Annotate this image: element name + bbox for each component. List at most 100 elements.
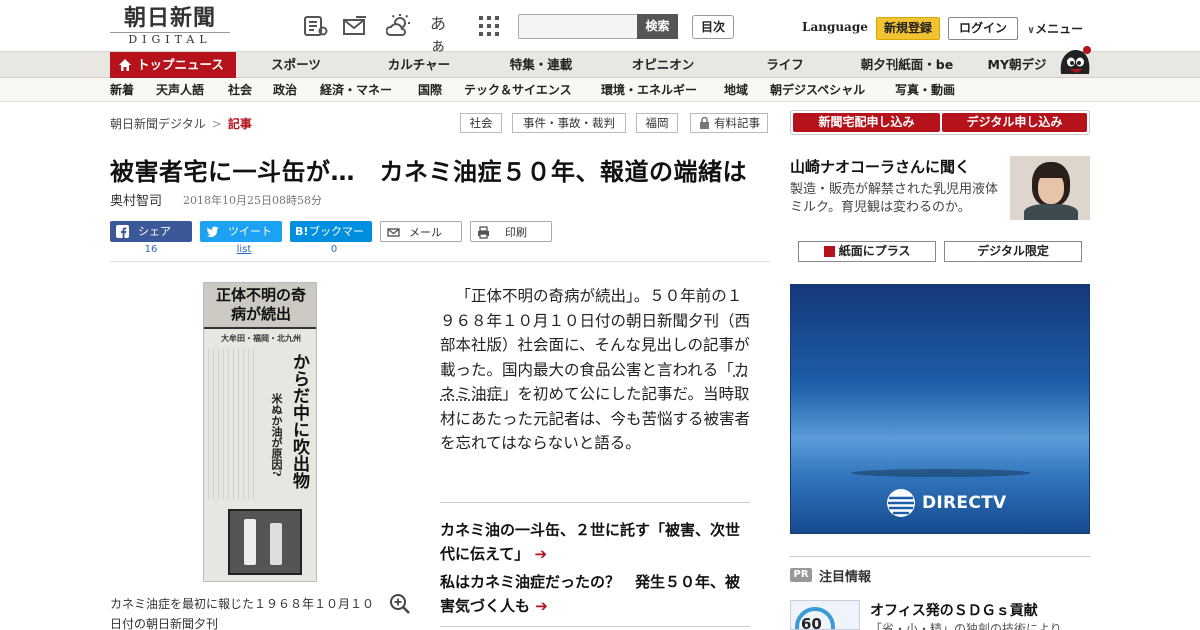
related-article-link[interactable]: 私はカネミ油症だったの？ 発生５０年、被害気づく人も ➔: [440, 570, 752, 618]
nav-item-my-asadigi[interactable]: MY朝デジ: [982, 52, 1052, 78]
related-article-link[interactable]: カネミ油の一斗缶、２世に託す「被害、次世代に伝えて」 ➔: [440, 518, 752, 566]
language-link[interactable]: Language: [802, 20, 868, 34]
hatena-icon: B!: [295, 225, 309, 238]
weather-icon[interactable]: [386, 13, 412, 39]
lock-icon: [700, 117, 709, 129]
interview-photo[interactable]: [1010, 156, 1090, 220]
nav-item-sports[interactable]: スポーツ: [256, 52, 336, 78]
toc-button[interactable]: 目次: [692, 15, 734, 39]
zoom-icon[interactable]: [389, 593, 411, 615]
breadcrumb-home[interactable]: 朝日新聞デジタル: [110, 117, 206, 131]
share-label: ブックマーク: [309, 225, 364, 259]
nav-item-label: トップニュース: [137, 57, 224, 72]
twitter-icon: [206, 226, 219, 237]
arrow-right-icon: ➔: [535, 597, 548, 615]
nav-item-culture[interactable]: カルチャー: [378, 52, 460, 78]
article-photo[interactable]: 正体不明の奇病が続出 大牟田・福岡・北九州 からだ中に吹出物 米ぬか油が原因?: [203, 282, 317, 582]
ad-glow: [851, 469, 1031, 477]
primary-nav: トップニュース スポーツ カルチャー 特集・連載 オピニオン ライフ 朝夕刊紙面…: [0, 46, 1200, 78]
divider: [110, 261, 770, 262]
divider: [790, 556, 1090, 557]
font-size-icon[interactable]: あぁ: [430, 13, 456, 55]
button-label: 紙面にプラス: [838, 244, 911, 258]
mascot-icon[interactable]: [1057, 44, 1093, 78]
logo-sub-text: DIGITAL: [110, 32, 230, 46]
clip-main-headline: からだ中に吹出物: [289, 353, 309, 489]
site-logo[interactable]: 朝日新聞 DIGITAL: [110, 6, 230, 48]
divider: [440, 502, 750, 503]
directv-globe-icon: [887, 489, 915, 517]
search-input[interactable]: [518, 14, 638, 39]
arrow-right-icon: ➔: [534, 545, 548, 563]
related-title: 私はカネミ油症だったの？ 発生５０年、被害気づく人も: [440, 573, 741, 615]
nav-item-international[interactable]: 国際: [418, 78, 442, 102]
ad-brand-text: DIRECTV: [922, 493, 1007, 513]
facebook-icon: [116, 225, 129, 238]
clip-cause: 米ぬか油が原因?: [270, 393, 283, 477]
menu-label: メニュー: [1035, 22, 1084, 36]
hatena-bookmark-count: 0: [330, 244, 338, 255]
nav-item-life[interactable]: ライフ: [750, 52, 820, 78]
register-button[interactable]: 新規登録: [876, 17, 940, 40]
share-label: ツイート: [228, 225, 272, 238]
print-button[interactable]: 印刷: [470, 221, 552, 242]
menu-button[interactable]: ∨メニュー: [1027, 20, 1083, 37]
email-share-button[interactable]: メール: [380, 221, 462, 242]
pr-heading: 注目情報: [819, 570, 872, 585]
pr-thumb-number: 60: [801, 615, 822, 630]
tag-society[interactable]: 社会: [460, 113, 502, 133]
share-label: 印刷: [505, 226, 527, 239]
nav-item-top-news[interactable]: トップニュース: [110, 52, 236, 78]
share-label: メール: [409, 226, 442, 239]
ad-banner[interactable]: DIRECTV: [790, 284, 1090, 534]
chevron-down-icon: ∨: [1027, 25, 1036, 36]
tag-incidents[interactable]: 事件・事故・裁判: [512, 113, 626, 133]
nav-item-paper[interactable]: 朝夕刊紙面・be: [852, 52, 962, 78]
clip-headline-box: 正体不明の奇病が続出: [204, 283, 316, 329]
paper-plus-button[interactable]: 紙面にプラス: [798, 241, 936, 262]
photo-caption: カネミ油症を最初に報じた１９６８年１０月１０日付の朝日新聞夕刊: [110, 597, 375, 630]
nav-item-region[interactable]: 地域: [724, 78, 748, 102]
newspaper-icon[interactable]: [302, 13, 328, 39]
share-label: シェア: [138, 225, 171, 238]
tweet-button[interactable]: ツイート: [200, 221, 282, 242]
clip-body-text: [208, 349, 258, 499]
nav-item-photo-video[interactable]: 写真・動画: [895, 78, 955, 102]
paper-subscribe-button[interactable]: 新聞宅配申し込み: [793, 113, 940, 132]
login-button[interactable]: ログイン: [948, 17, 1018, 40]
nav-item-tensei-jingo[interactable]: 天声人語: [156, 78, 204, 102]
pr-thumbnail[interactable]: 60: [790, 600, 860, 630]
nav-item-economy[interactable]: 経済・マネー: [320, 78, 392, 102]
hatena-bookmark-button[interactable]: B! ブックマーク: [290, 221, 372, 259]
printer-icon: [478, 226, 489, 239]
paper-plus-icon: [823, 246, 835, 257]
pr-title[interactable]: オフィス発のＳＤＧｓ貢献: [870, 600, 1038, 620]
tag-paid-article[interactable]: 有料記事: [690, 113, 768, 133]
article-lead: 「正体不明の奇病が続出」。５０年前の１９６８年１０月１０日付の朝日新聞夕刊（西部…: [440, 284, 752, 456]
facebook-share-button[interactable]: シェア: [110, 221, 192, 242]
nav-item-opinion[interactable]: オピニオン: [620, 52, 706, 78]
logo-main-text: 朝日新聞: [123, 5, 216, 31]
digital-subscribe-button[interactable]: デジタル申し込み: [942, 113, 1087, 132]
nav-item-features[interactable]: 特集・連載: [496, 52, 586, 78]
nav-item-latest[interactable]: 新着: [110, 78, 134, 102]
breadcrumb-current: 記事: [227, 117, 252, 131]
search-button[interactable]: 検索: [637, 14, 678, 39]
nav-item-special[interactable]: 朝デジスペシャル: [770, 78, 865, 102]
tag-fukuoka[interactable]: 福岡: [636, 113, 678, 133]
clip-headline: 正体不明の奇病が続出: [215, 286, 306, 323]
facebook-share-count: 16: [144, 244, 158, 255]
grid-icon[interactable]: [476, 13, 502, 39]
tweet-list-link[interactable]: list: [200, 244, 288, 255]
nav-item-environment[interactable]: 環境・エネルギー: [601, 78, 697, 102]
digital-only-button[interactable]: デジタル限定: [944, 241, 1082, 262]
nav-item-society[interactable]: 社会: [228, 78, 252, 102]
interview-summary[interactable]: 製造・販売が解禁された乳児用液体ミルク。育児観は変わるのか。: [790, 181, 1002, 217]
pr-badge: PR: [790, 568, 812, 582]
nav-item-tech-science[interactable]: テック＆サイエンス: [464, 78, 572, 102]
interview-heading[interactable]: 山崎ナオコーラさんに聞く: [790, 156, 970, 177]
mail-icon[interactable]: [342, 13, 368, 39]
nav-item-politics[interactable]: 政治: [273, 78, 297, 102]
article-date: 2018年10月25日08時58分: [183, 194, 322, 207]
article-author[interactable]: 奥村智司: [110, 190, 162, 209]
